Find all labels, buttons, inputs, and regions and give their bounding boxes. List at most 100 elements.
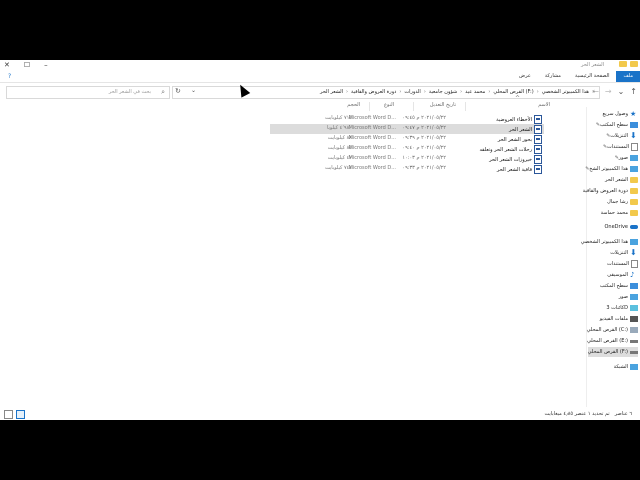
- file-date: ٢٠٢١/٠٥/٢٢ م ٠٩:٤٧: [402, 125, 446, 131]
- folder-icon: [630, 177, 638, 183]
- nav-documents[interactable]: المستندات ✎: [603, 142, 638, 152]
- help-icon[interactable]: ?: [8, 73, 11, 80]
- folder-icon: [619, 61, 627, 67]
- nav-downloads[interactable]: ⬇ التنزيلات ✎: [606, 131, 638, 141]
- nav-folder[interactable]: دورة العروض والقافية: [583, 186, 638, 196]
- sort-arrow-icon: ^: [514, 95, 520, 102]
- column-name[interactable]: الاسم: [538, 102, 550, 112]
- word-document-icon: [534, 145, 542, 154]
- column-type[interactable]: النوع: [384, 102, 394, 112]
- search-placeholder: بحث في الشعر الحر: [108, 89, 151, 95]
- star-icon: ★: [630, 110, 637, 118]
- nav-quick-access[interactable]: ★ وصول سريع: [603, 109, 638, 119]
- nav-pc-videos[interactable]: ملفات الفيديو: [600, 314, 638, 324]
- file-list: ^ الاسم تاريخ التعديل النوع الحجم الأخطا…: [170, 95, 564, 398]
- file-name: بحور الشعر الحر: [497, 136, 532, 143]
- breadcrumb-drive-f[interactable]: القرص المحلي (F:): [493, 89, 533, 95]
- tab-share[interactable]: مشاركة: [538, 71, 568, 82]
- maximize-button[interactable]: ☐: [24, 61, 30, 69]
- file-name: خيروزات الشعر الحر: [489, 156, 532, 163]
- nav-label: القرص المحلي (C:): [586, 327, 628, 333]
- nav-desktop[interactable]: سطح المكتب ✎: [596, 120, 638, 130]
- nav-pc-pictures[interactable]: صور: [619, 292, 638, 302]
- pin-icon: ✎: [602, 144, 608, 150]
- large-icons-view-icon[interactable]: [4, 410, 13, 419]
- file-row-selected[interactable]: الشعر الحر ٢٠٢١/٠٥/٢٢ م ٠٩:٤٧ Microsoft …: [270, 124, 544, 134]
- nav-network[interactable]: الشبكة: [614, 362, 638, 372]
- file-date: ٢٠٢١/٠٥/٢٢ م ٠٩:٣٣: [402, 165, 446, 171]
- new-folder-icon[interactable]: [630, 61, 638, 67]
- nav-onedrive[interactable]: OneDrive: [604, 222, 638, 232]
- file-date: ٢٠٢١/٠٥/٢٢ م ٠٩:٤٠: [402, 145, 446, 151]
- file-row[interactable]: قافية الشعر الحر ٢٠٢١/٠٥/٢٢ م ٠٩:٣٣ Micr…: [270, 164, 544, 174]
- root-arrow-icon[interactable]: »: [592, 89, 595, 95]
- nav-drive-c[interactable]: القرص المحلي (C:): [587, 325, 638, 335]
- nav-this-pc[interactable]: هذا الكمبيوتر الشخصي: [581, 237, 638, 247]
- nav-label: القرص المحلي (F:): [587, 349, 628, 355]
- drive-icon: [630, 327, 638, 333]
- word-document-icon: [534, 165, 542, 174]
- video-icon: [630, 316, 638, 322]
- minimize-button[interactable]: –: [44, 61, 48, 69]
- column-date[interactable]: تاريخ التعديل: [430, 102, 456, 112]
- computer-icon: [630, 239, 638, 245]
- window-title: الشعر الحر: [580, 62, 604, 68]
- search-box[interactable]: ⌕ بحث في الشعر الحر: [6, 86, 170, 99]
- breadcrumb-user[interactable]: محمد عيد: [465, 89, 485, 95]
- nav-label: هذا الكمبيوتر الشخ: [589, 166, 628, 172]
- folder-icon: [630, 210, 638, 216]
- drive-icon: [630, 339, 638, 343]
- breadcrumb-current[interactable]: الشعر الحر: [320, 89, 343, 95]
- breadcrumb-course[interactable]: دورة العروض والقافية: [351, 89, 396, 95]
- tab-view[interactable]: عرض: [512, 71, 538, 82]
- breadcrumb-university[interactable]: شؤون جامعية: [429, 89, 457, 95]
- nav-label: هذا الكمبيوتر الشخصي: [580, 239, 628, 245]
- nav-pc-documents[interactable]: المستندات: [607, 259, 638, 269]
- file-size: ٧١٥ كيلوبايت: [325, 115, 352, 121]
- nav-this-pc-pinned[interactable]: هذا الكمبيوتر الشخ ✎: [585, 164, 638, 174]
- file-name: الأخطاء العروضية: [496, 116, 532, 123]
- nav-label: سطح المكتب: [599, 122, 628, 128]
- nav-pc-downloads[interactable]: ⬇ التنزيلات: [610, 248, 638, 258]
- refresh-icon[interactable]: ↻: [175, 87, 181, 95]
- file-type: Microsoft Word D...: [348, 145, 396, 151]
- up-arrow-icon[interactable]: ↑: [630, 87, 637, 96]
- document-icon: [631, 143, 638, 151]
- nav-folder[interactable]: محمد حماسة: [601, 208, 638, 218]
- ribbon: ? ملف الصفحة الرئيسية مشاركة عرض: [0, 71, 640, 83]
- folder-icon: [630, 199, 638, 205]
- recent-locations-icon[interactable]: ⌄: [618, 87, 625, 96]
- pin-icon: ✎: [614, 155, 619, 161]
- details-view-icon[interactable]: [16, 410, 25, 419]
- nav-folder[interactable]: رشا جمال: [607, 197, 638, 207]
- word-document-icon: [534, 135, 542, 144]
- file-row[interactable]: بحور الشعر الحر ٢٠٢١/٠٥/٢٢ م ٠٩:٣٩ Micro…: [270, 134, 544, 144]
- pictures-icon: [630, 155, 638, 161]
- forward-arrow-icon[interactable]: →: [605, 87, 612, 96]
- title-bar: ✕ ☐ – الشعر الحر: [0, 60, 640, 70]
- chevron-down-icon[interactable]: ⌄: [191, 87, 196, 94]
- cloud-icon: [630, 225, 638, 229]
- nav-pc-desktop[interactable]: سطح المكتب: [600, 281, 638, 291]
- file-row[interactable]: الأخطاء العروضية ٢٠٢١/٠٥/٢٢ م ٠٩:٤٥ Micr…: [270, 114, 544, 124]
- file-name: رحلات الشعر الحر وتعلقه: [479, 146, 533, 153]
- nav-drive-f[interactable]: القرص المحلي (F:): [587, 347, 638, 357]
- nav-pc-3d-objects[interactable]: كائنات 3D: [606, 303, 638, 313]
- tab-home[interactable]: الصفحة الرئيسية: [568, 71, 617, 82]
- breadcrumb-this-pc[interactable]: هذا الكمبيوتر الشخصي: [542, 89, 589, 95]
- file-row[interactable]: رحلات الشعر الحر وتعلقه ٢٠٢١/٠٥/٢٢ م ٠٩:…: [270, 144, 544, 154]
- nav-pc-music[interactable]: ♪ الموسيقى: [607, 270, 638, 280]
- tab-file[interactable]: ملف: [616, 71, 640, 82]
- file-size: ٨٥ كيلوبايت: [327, 145, 352, 151]
- breadcrumb-courses[interactable]: الدورات: [404, 89, 420, 95]
- close-button[interactable]: ✕: [4, 61, 10, 69]
- document-icon: [631, 260, 638, 268]
- download-icon: ⬇: [630, 131, 637, 140]
- column-size[interactable]: الحجم: [347, 102, 360, 112]
- file-type: Microsoft Word D...: [348, 165, 396, 171]
- file-row[interactable]: خيروزات الشعر الحر ٢٠٢١/٠٥/٢٢ م ١٠:٠٣ Mi…: [270, 154, 544, 164]
- nav-drive-e[interactable]: القرص المحلي (E:): [587, 336, 638, 346]
- nav-pictures[interactable]: صور ✎: [615, 153, 638, 163]
- file-date: ٢٠٢١/٠٥/٢٢ م ١٠:٠٣: [402, 155, 446, 161]
- nav-folder[interactable]: الشعر الحر: [605, 175, 638, 185]
